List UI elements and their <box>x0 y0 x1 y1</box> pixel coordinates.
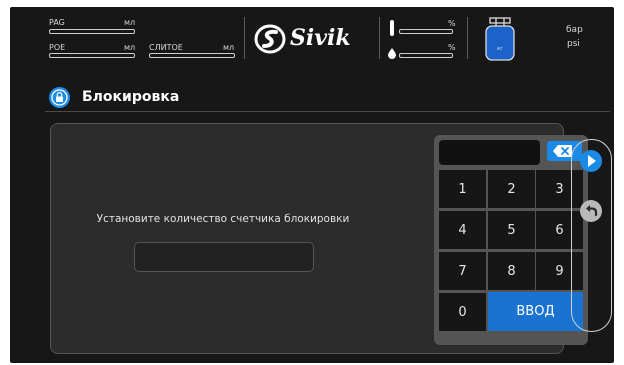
enter-button[interactable]: ВВОД <box>488 292 583 331</box>
keypad-display <box>439 140 540 165</box>
tank-unit: кг <box>497 46 503 52</box>
back-button[interactable] <box>580 200 602 222</box>
pag-unit: мл <box>124 18 136 27</box>
refrigerant-tank-icon: кг <box>484 17 516 61</box>
key-8[interactable]: 8 <box>488 252 535 290</box>
lock-count-prompt: Установите количество счетчика блокировк… <box>96 213 350 225</box>
next-button[interactable] <box>580 150 602 172</box>
lock-icon <box>49 87 70 108</box>
key-7[interactable]: 7 <box>439 252 486 290</box>
lock-settings-panel: Установите количество счетчика блокировк… <box>50 123 588 354</box>
percent-sign-2: % <box>448 43 456 52</box>
oil-drop-icon <box>388 48 396 59</box>
key-5[interactable]: 5 <box>488 211 535 249</box>
poe-label: POE <box>49 43 66 52</box>
level-bar-1 <box>399 29 453 34</box>
key-0[interactable]: 0 <box>439 293 486 331</box>
play-icon <box>588 155 596 167</box>
back-arrow-icon <box>586 205 598 217</box>
sivik-logo-mark <box>254 24 286 54</box>
poe-level-bar <box>49 53 135 58</box>
level-bar-2 <box>399 53 453 58</box>
pressure-unit-psi: psi <box>567 39 580 49</box>
sivik-logo: Sivik <box>254 22 372 56</box>
key-1[interactable]: 1 <box>439 170 486 208</box>
header-divider <box>244 17 245 59</box>
key-4[interactable]: 4 <box>439 211 486 249</box>
drain-unit: мл <box>223 43 235 52</box>
title-divider <box>45 111 610 112</box>
brand-name: Sivik <box>290 25 351 51</box>
header-divider <box>379 17 380 59</box>
lock-count-input[interactable] <box>134 242 314 272</box>
drain-label: СЛИТОЕ <box>149 43 183 52</box>
pag-level-bar <box>49 29 135 34</box>
numeric-keypad: 1 2 3 4 5 6 7 8 9 0 ВВОД <box>434 135 588 345</box>
percent-sign-1: % <box>448 19 456 28</box>
header-divider <box>467 17 468 59</box>
pressure-unit-bar: бар <box>566 25 583 35</box>
side-nav-rail <box>571 139 612 332</box>
poe-unit: мл <box>124 43 136 52</box>
page-title: Блокировка <box>82 89 180 105</box>
device-screen: PAG мл POE мл СЛИТОЕ мл Sivik % % кг бар… <box>10 7 614 363</box>
lock-glyph <box>51 89 68 106</box>
pag-label: PAG <box>49 18 65 27</box>
drain-level-bar <box>149 53 235 58</box>
tank-outline <box>485 17 515 61</box>
thermometer-icon <box>390 20 394 36</box>
key-2[interactable]: 2 <box>488 170 535 208</box>
